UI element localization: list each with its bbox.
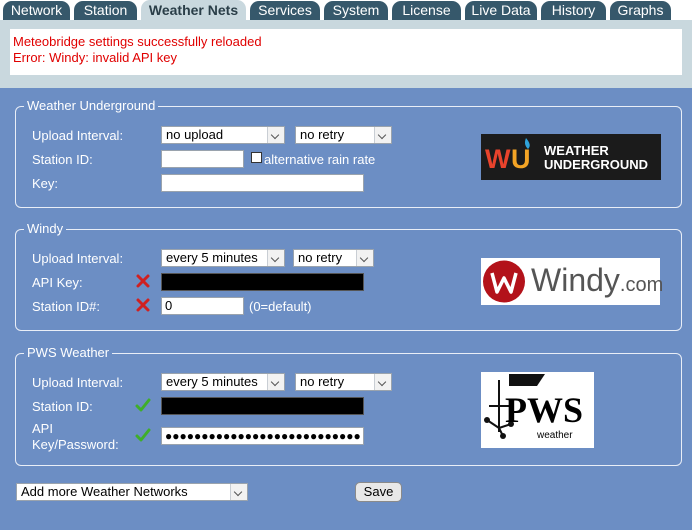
- tab-system[interactable]: System: [324, 1, 388, 20]
- chevron-down-icon: [230, 484, 247, 500]
- cross-icon: [136, 274, 150, 288]
- windy-logo: Windy.com: [481, 258, 664, 305]
- chevron-down-icon: [374, 374, 391, 390]
- tab-weather-nets[interactable]: Weather Nets: [141, 0, 246, 21]
- tab-history[interactable]: History: [541, 1, 606, 20]
- pws-logo: PWS weather: [481, 372, 594, 448]
- status-message: Meteobridge settings successfully reload…: [13, 34, 262, 49]
- pws-api-key-label-line2: Key/Password:: [32, 437, 119, 452]
- wunderground-upload-interval-label: Upload Interval:: [32, 128, 124, 143]
- pws-upload-interval-select[interactable]: every 5 minutes: [161, 373, 285, 391]
- pws-api-key-label-line1: API: [32, 421, 53, 436]
- wunderground-logo-line1: WEATHER: [544, 143, 609, 158]
- wunderground-station-id-input[interactable]: [161, 150, 244, 168]
- save-button[interactable]: Save: [355, 482, 402, 502]
- wunderground-logo-line2: UNDERGROUND: [544, 157, 648, 172]
- chevron-down-icon: [374, 127, 391, 143]
- message-box: Meteobridge settings successfully reload…: [10, 29, 682, 75]
- windy-logo-mark: [483, 260, 525, 303]
- windy-upload-interval-label: Upload Interval:: [32, 251, 124, 266]
- settings-panel: Weather Underground Upload Interval: no …: [0, 88, 692, 530]
- checkmark-icon: [135, 398, 151, 412]
- alternative-rain-rate-label: alternative rain rate: [264, 152, 376, 167]
- windy-section: Windy Upload Interval: every 5 minutes n…: [15, 221, 682, 331]
- windy-legend: Windy: [24, 221, 67, 237]
- chevron-down-icon: [356, 250, 373, 266]
- windy-logo-text: Windy.com: [531, 262, 664, 298]
- tab-network[interactable]: Network: [3, 1, 70, 20]
- svg-text:W: W: [485, 144, 511, 174]
- windy-station-id-input[interactable]: 0: [161, 297, 244, 315]
- windy-upload-interval-select[interactable]: every 5 minutes: [161, 249, 285, 267]
- cross-icon: [136, 298, 150, 312]
- pws-station-id-input[interactable]: [161, 397, 364, 415]
- windy-station-id-label: Station ID#:: [32, 299, 100, 314]
- alternative-rain-rate-checkbox[interactable]: [251, 152, 262, 163]
- add-weather-networks-select[interactable]: Add more Weather Networks: [16, 483, 248, 501]
- chevron-down-icon: [267, 374, 284, 390]
- checkmark-icon: [135, 428, 151, 442]
- pws-api-key-input[interactable]: ●●●●●●●●●●●●●●●●●●●●●●●●●●●: [161, 427, 364, 445]
- windy-retry-select[interactable]: no retry: [293, 249, 374, 267]
- tab-station[interactable]: Station: [74, 1, 137, 20]
- pws-logo-subtext: weather: [537, 430, 573, 441]
- wunderground-upload-interval-select[interactable]: no upload: [161, 126, 285, 144]
- wunderground-key-label: Key:: [32, 176, 59, 191]
- windy-station-hint: (0=default): [249, 299, 312, 314]
- wunderground-retry-select[interactable]: no retry: [295, 126, 392, 144]
- pws-logo-text: PWS: [505, 390, 584, 430]
- pws-legend: PWS Weather: [24, 345, 113, 361]
- windy-api-key-label: API Key:: [32, 275, 83, 290]
- tab-graphs[interactable]: Graphs: [610, 1, 671, 20]
- chevron-down-icon: [267, 127, 284, 143]
- pws-upload-interval-label: Upload Interval:: [32, 375, 124, 390]
- windy-api-key-input[interactable]: [161, 273, 364, 291]
- pws-section: PWS Weather Upload Interval: every 5 min…: [15, 345, 682, 466]
- tab-live-data[interactable]: Live Data: [465, 1, 537, 20]
- tab-license[interactable]: License: [392, 1, 461, 20]
- wunderground-legend: Weather Underground: [24, 98, 159, 114]
- error-message: Error: Windy: invalid API key: [13, 50, 177, 65]
- message-band: Meteobridge settings successfully reload…: [0, 20, 692, 88]
- wunderground-logo: W U WEATHER UNDERGROUND: [481, 134, 661, 180]
- pws-station-id-label: Station ID:: [32, 399, 93, 414]
- chevron-down-icon: [267, 250, 284, 266]
- wunderground-key-input[interactable]: [161, 174, 364, 192]
- tab-bar: Network Station Weather Nets Services Sy…: [0, 0, 700, 21]
- pws-retry-select[interactable]: no retry: [295, 373, 392, 391]
- wunderground-section: Weather Underground Upload Interval: no …: [15, 98, 682, 208]
- tab-services[interactable]: Services: [250, 1, 320, 20]
- wunderground-station-id-label: Station ID:: [32, 152, 93, 167]
